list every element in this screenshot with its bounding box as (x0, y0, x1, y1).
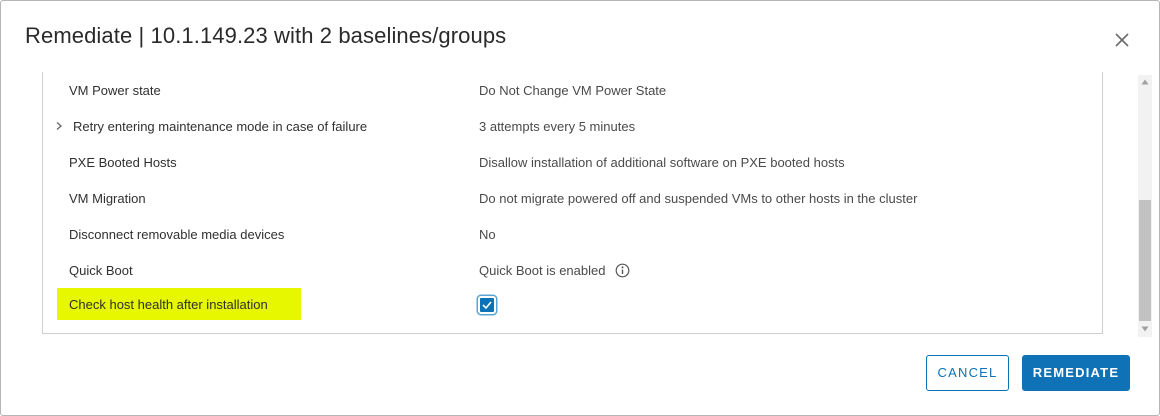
close-button[interactable] (1111, 29, 1133, 51)
setting-label: Check host health after installation (69, 297, 268, 312)
setting-value: Do Not Change VM Power State (479, 83, 667, 98)
setting-row-vm-migration: VM Migration Do not migrate powered off … (43, 180, 1102, 216)
scroll-down-arrow-icon[interactable] (1141, 326, 1149, 332)
cancel-button[interactable]: CANCEL (926, 355, 1009, 391)
setting-label: VM Migration (69, 191, 146, 206)
info-icon[interactable] (615, 263, 630, 278)
setting-row-quick-boot: Quick Boot Quick Boot is enabled (43, 252, 1102, 288)
setting-label: VM Power state (69, 83, 161, 98)
setting-row-retry-maintenance: Retry entering maintenance mode in case … (43, 108, 1102, 144)
setting-row-vm-power-state: VM Power state Do Not Change VM Power St… (43, 72, 1102, 108)
setting-value-wrap: Quick Boot is enabled (479, 263, 630, 279)
chevron-right-icon[interactable] (55, 121, 63, 131)
setting-value: Quick Boot is enabled (479, 263, 606, 278)
setting-row-pxe-booted-hosts: PXE Booted Hosts Disallow installation o… (43, 144, 1102, 180)
setting-row-check-host-health: Check host health after installation (43, 288, 1102, 324)
setting-value: Do not migrate powered off and suspended… (479, 191, 918, 206)
settings-panel: VM Power state Do Not Change VM Power St… (42, 72, 1103, 334)
remediate-button[interactable]: REMEDIATE (1022, 355, 1130, 391)
setting-label: Quick Boot (69, 263, 133, 278)
setting-label: Retry entering maintenance mode in case … (73, 119, 368, 134)
checkmark-icon (482, 301, 492, 309)
dialog-title: Remediate | 10.1.149.23 with 2 baselines… (25, 23, 507, 48)
setting-value: Disallow installation of additional soft… (479, 155, 845, 170)
check-host-health-checkbox[interactable] (478, 296, 496, 314)
scroll-up-arrow-icon[interactable] (1141, 79, 1149, 85)
setting-label: PXE Booted Hosts (69, 155, 177, 170)
setting-row-disconnect-media: Disconnect removable media devices No (43, 216, 1102, 252)
setting-value: 3 attempts every 5 minutes (479, 119, 636, 134)
remediate-dialog: Remediate | 10.1.149.23 with 2 baselines… (0, 0, 1160, 416)
setting-label: Disconnect removable media devices (69, 227, 285, 242)
close-icon (1115, 33, 1129, 47)
setting-value: No (479, 227, 496, 242)
vertical-scrollbar[interactable] (1138, 75, 1152, 337)
scrollbar-thumb[interactable] (1139, 200, 1151, 321)
